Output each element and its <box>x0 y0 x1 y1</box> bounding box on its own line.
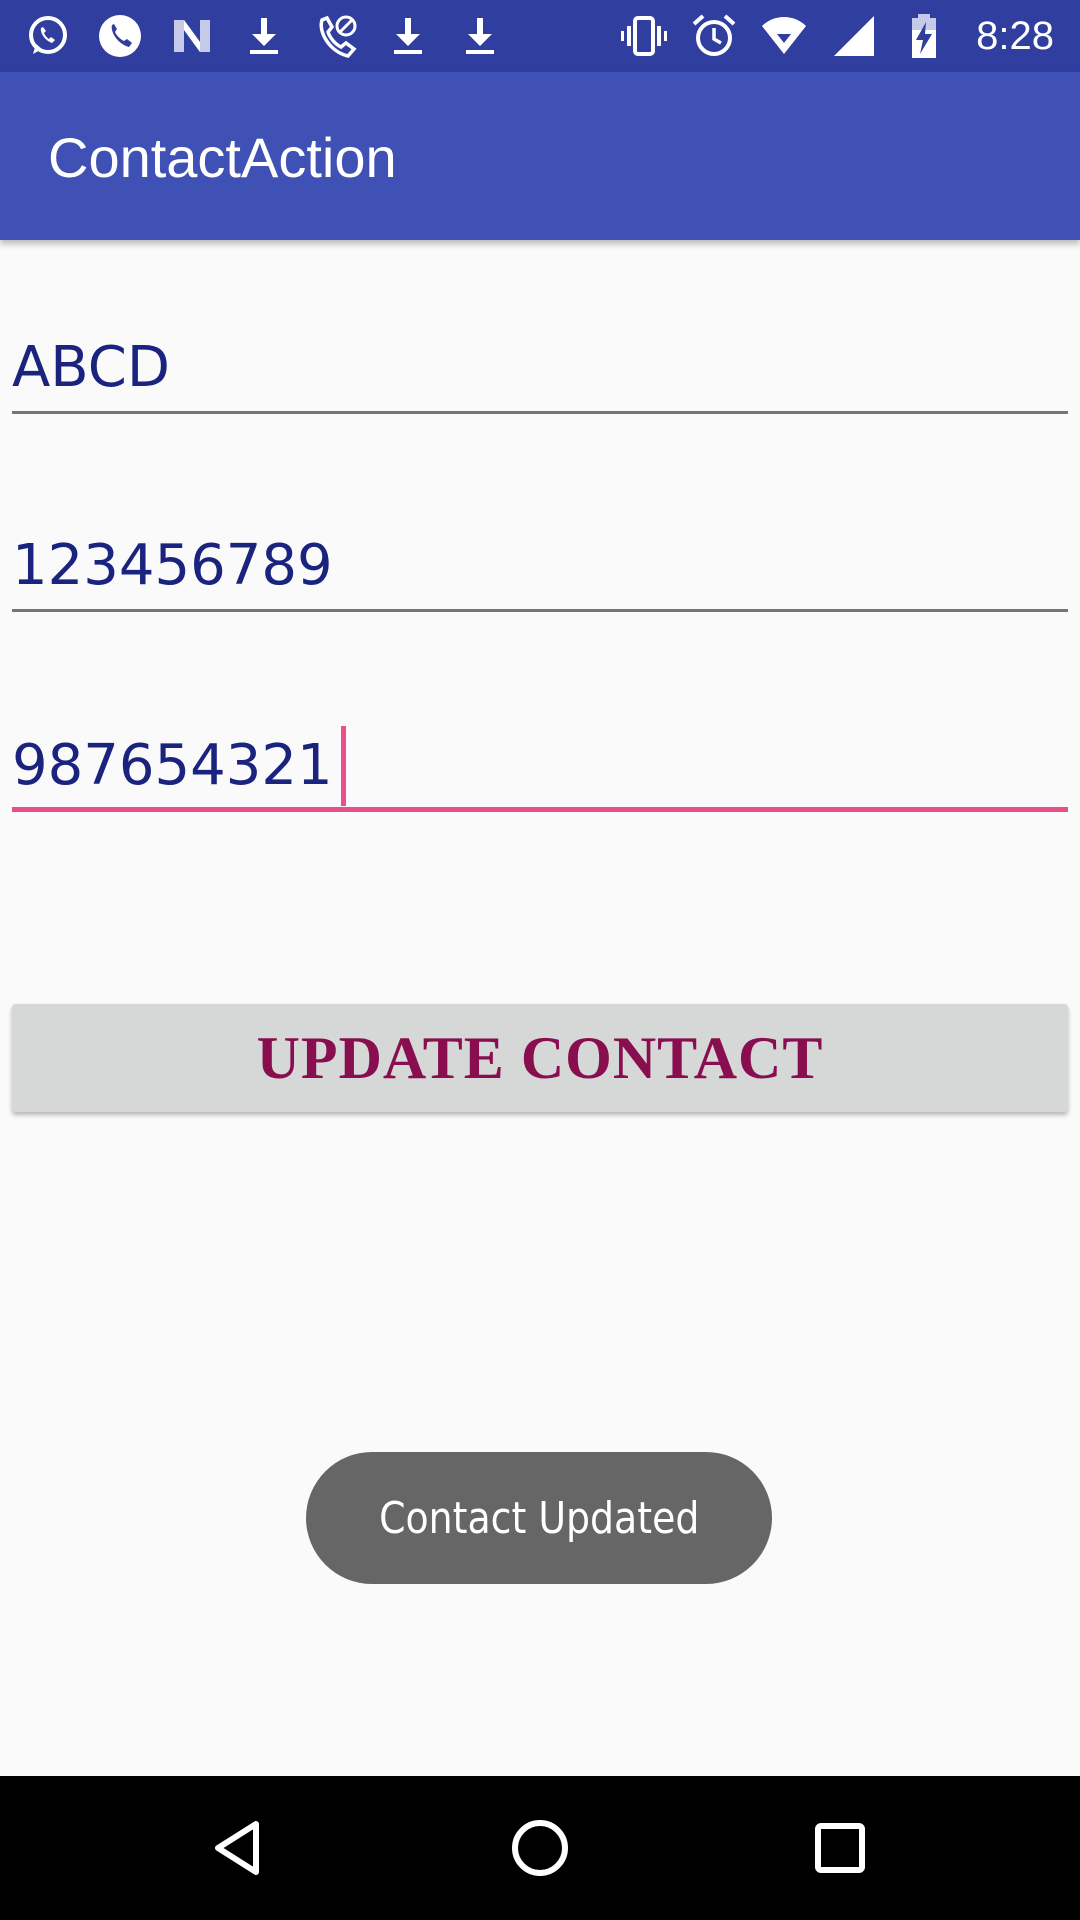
screen: 8:28 ContactAction ABCD 123456789 987654… <box>0 0 1080 1920</box>
name-field[interactable]: ABCD <box>12 334 1068 414</box>
text-cursor <box>340 726 346 806</box>
update-contact-button-label: UPDATE CONTACT <box>256 1024 824 1091</box>
phone-field[interactable]: 123456789 <box>12 532 1068 612</box>
navigation-bar <box>0 1776 1080 1920</box>
name-field-underline <box>12 411 1068 414</box>
phone-icon <box>96 12 144 60</box>
phone-field-underline <box>12 609 1068 612</box>
vibrate-icon <box>620 12 668 60</box>
notification-icons <box>24 6 504 66</box>
back-icon <box>215 1821 259 1875</box>
missed-call-icon <box>312 12 360 60</box>
download-icon <box>240 12 288 60</box>
wifi-icon <box>760 12 808 60</box>
new-phone-field-value: 987654321 <box>12 733 333 798</box>
download-icon <box>456 12 504 60</box>
toast: Contact Updated <box>306 1452 772 1584</box>
toast-message: Contact Updated <box>378 1492 700 1544</box>
battery-charging-icon <box>900 12 948 60</box>
home-button[interactable] <box>498 1812 582 1884</box>
news-icon <box>168 12 216 60</box>
whatsapp-icon <box>24 12 72 60</box>
name-field-value: ABCD <box>12 335 170 400</box>
back-button[interactable] <box>198 1812 282 1884</box>
system-icons: 8:28 <box>620 6 1054 66</box>
status-bar: 8:28 <box>0 0 1080 72</box>
app-bar: ContactAction <box>0 72 1080 240</box>
update-contact-button[interactable]: UPDATE CONTACT <box>12 1004 1068 1112</box>
phone-field-value: 123456789 <box>12 533 333 598</box>
new-phone-field[interactable]: 987654321 <box>12 726 1068 812</box>
new-phone-field-underline <box>12 807 1068 812</box>
cell-signal-icon <box>830 12 878 60</box>
recents-button[interactable] <box>798 1812 882 1884</box>
app-title: ContactAction <box>48 126 397 189</box>
home-icon <box>512 1820 568 1876</box>
download-icon <box>384 12 432 60</box>
status-time: 8:28 <box>976 13 1054 58</box>
alarm-icon <box>690 12 738 60</box>
new-phone-field-content: 987654321 <box>12 726 346 806</box>
recents-icon <box>815 1823 865 1873</box>
